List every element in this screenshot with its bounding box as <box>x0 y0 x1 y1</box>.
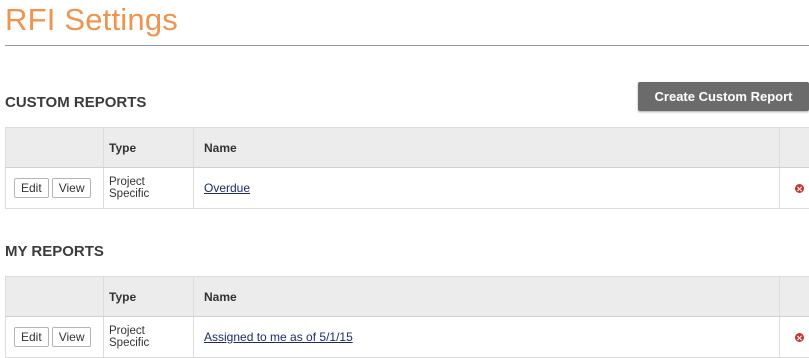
my-reports-heading: MY REPORTS <box>5 243 104 260</box>
delete-cell <box>779 316 809 358</box>
report-name-cell: Assigned to me as of 5/1/15 <box>193 316 780 358</box>
custom-reports-heading: CUSTOM REPORTS <box>5 94 147 111</box>
delete-column-header <box>779 276 809 317</box>
table-row: Edit View Project Specific Overdue <box>5 167 809 209</box>
title-divider <box>5 45 809 46</box>
type-column-header: Type <box>103 276 194 317</box>
delete-cell <box>779 167 809 209</box>
circle-x-icon[interactable] <box>795 333 804 343</box>
row-actions: Edit View <box>5 316 104 358</box>
delete-column-header <box>779 127 809 168</box>
report-name-cell: Overdue <box>193 167 780 209</box>
view-button[interactable]: View <box>51 178 92 198</box>
table-header-row: Type Name <box>5 127 809 168</box>
my-reports-table: Type Name Edit View Project Specific Assi… <box>5 276 809 358</box>
report-type: Project Specific <box>103 316 194 358</box>
custom-reports-table: Type Name Edit View Project Specific Over… <box>5 127 809 209</box>
table-header-row: Type Name <box>5 276 809 317</box>
actions-column-header <box>5 276 104 317</box>
name-column-header: Name <box>193 276 780 317</box>
actions-column-header <box>5 127 104 168</box>
report-type: Project Specific <box>103 167 194 209</box>
type-column-header: Type <box>103 127 194 168</box>
edit-button[interactable]: Edit <box>14 178 49 198</box>
report-name-link[interactable]: Overdue <box>204 181 250 195</box>
view-button[interactable]: View <box>51 327 92 347</box>
circle-x-icon[interactable] <box>795 184 804 194</box>
page-title: RFI Settings <box>5 2 178 37</box>
edit-button[interactable]: Edit <box>14 327 49 347</box>
report-type-line1: Project <box>109 176 145 188</box>
report-type-line1: Project <box>109 325 145 337</box>
create-custom-report-button[interactable]: Create Custom Report <box>638 82 809 111</box>
report-type-line2: Specific <box>109 337 150 349</box>
report-type-line2: Specific <box>109 188 150 200</box>
row-actions: Edit View <box>5 167 104 209</box>
report-name-link[interactable]: Assigned to me as of 5/1/15 <box>204 330 353 344</box>
name-column-header: Name <box>193 127 780 168</box>
table-row: Edit View Project Specific Assigned to me… <box>5 316 809 358</box>
